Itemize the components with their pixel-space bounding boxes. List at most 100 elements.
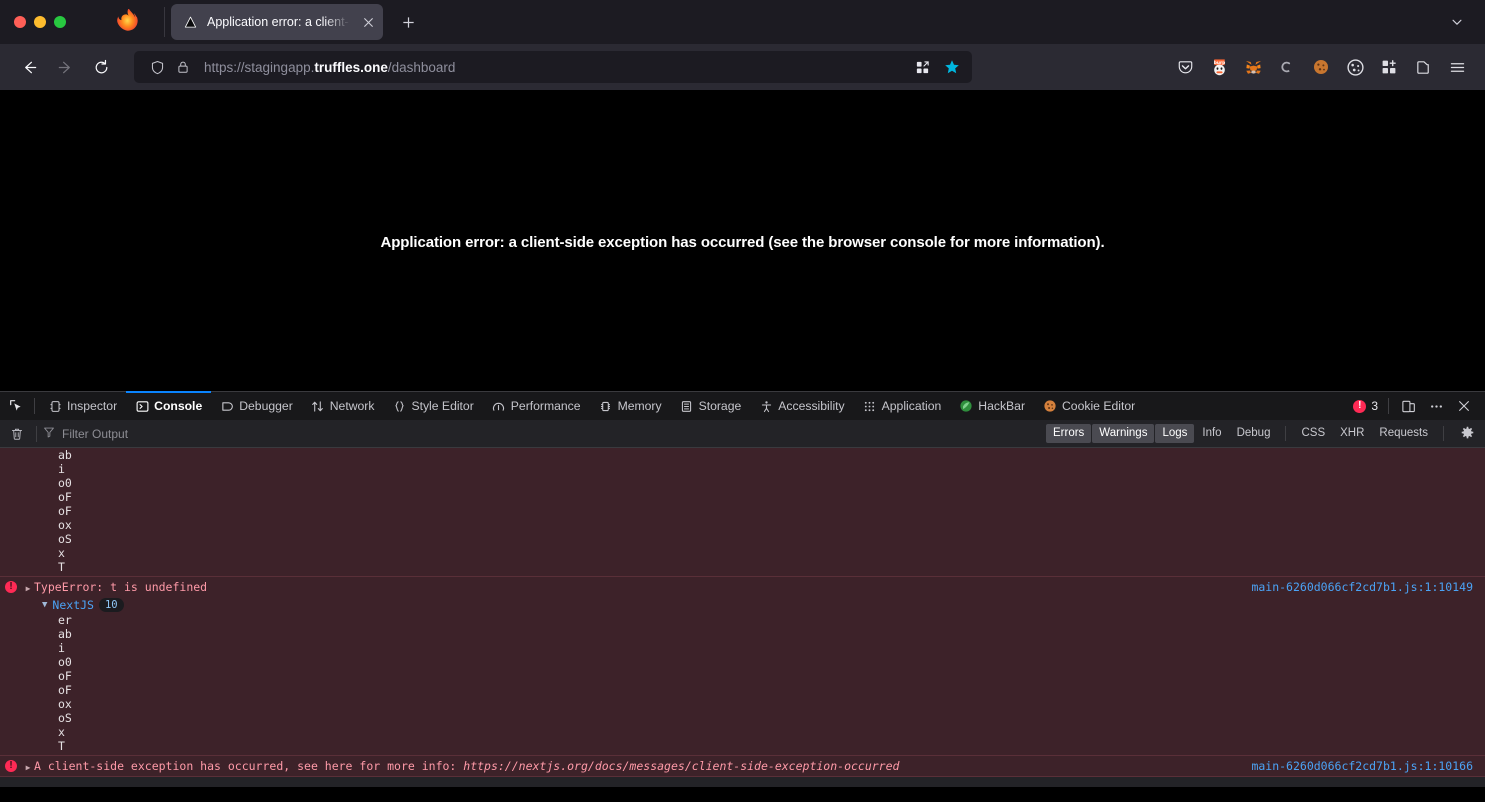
console-message-stack-continuation: ab i o0 oF oF ox oS x T xyxy=(0,448,1485,577)
reload-button[interactable] xyxy=(84,51,118,83)
extensions-toolbar: burp xyxy=(1169,51,1473,83)
browser-tab-active[interactable]: Application error: a client-side e xyxy=(171,4,383,40)
devtools-tab-performance[interactable]: Performance xyxy=(483,392,590,420)
storage-icon xyxy=(680,399,694,413)
stack-frame[interactable]: oF xyxy=(42,669,1485,683)
stack-frame[interactable]: ab xyxy=(58,448,1485,462)
stack-frame[interactable]: o0 xyxy=(42,655,1485,669)
page-error-message: Application error: a client-side excepti… xyxy=(380,234,1105,251)
cookie-editor-icon xyxy=(1043,399,1057,413)
more-options-icon[interactable] xyxy=(1423,393,1449,419)
navigation-toolbar: https://stagingapp.truffles.one/dashboar… xyxy=(0,44,1485,90)
stack-frame[interactable]: o0 xyxy=(58,476,1485,490)
element-picker-icon[interactable] xyxy=(2,393,30,420)
lock-icon[interactable] xyxy=(172,56,194,78)
stack-frame[interactable]: er xyxy=(42,613,1485,627)
extensions-grid-icon[interactable] xyxy=(1373,51,1405,83)
tab-close-icon[interactable] xyxy=(359,13,377,31)
expand-triangle-icon[interactable]: ▶ xyxy=(22,759,34,772)
window-maximize-button[interactable] xyxy=(54,16,66,28)
metamask-fox-icon[interactable] xyxy=(1237,51,1269,83)
console-error-link[interactable]: https://nextjs.org/docs/messages/client-… xyxy=(463,759,899,773)
devtools-tab-console[interactable]: Console xyxy=(126,391,212,420)
filter-divider xyxy=(1443,426,1444,441)
filter-button-css[interactable]: CSS xyxy=(1294,424,1332,443)
stack-frame[interactable]: T xyxy=(42,739,1485,753)
devtools-tab-inspector[interactable]: Inspector xyxy=(39,392,126,420)
console-source-link[interactable]: main-6260d066cf2cd7b1.js:1:10166 xyxy=(1239,759,1485,774)
cookie-editor-icon[interactable] xyxy=(1339,51,1371,83)
new-tab-button[interactable] xyxy=(393,7,423,37)
devtools-tab-label: Network xyxy=(329,399,375,413)
devtools-error-count[interactable]: ! 3 xyxy=(1353,399,1382,413)
devtools-tab-accessibility[interactable]: Accessibility xyxy=(750,392,853,420)
devtools-tab-memory[interactable]: Memory xyxy=(590,392,671,420)
stack-frame[interactable]: oS xyxy=(58,532,1485,546)
close-devtools-icon[interactable] xyxy=(1451,393,1477,419)
filter-button-info[interactable]: Info xyxy=(1195,424,1228,443)
list-all-tabs-icon[interactable] xyxy=(1443,8,1471,36)
loop-extension-icon[interactable] xyxy=(1271,51,1303,83)
filterbar-divider xyxy=(36,425,37,442)
filter-button-requests[interactable]: Requests xyxy=(1372,424,1435,443)
devtools-tab-label: Accessibility xyxy=(778,399,845,413)
devtools-tab-storage[interactable]: Storage xyxy=(671,392,751,420)
performance-icon xyxy=(492,399,506,413)
split-view-icon[interactable] xyxy=(908,53,936,81)
pocket-icon[interactable] xyxy=(1169,51,1201,83)
devtools-tab-hackbar[interactable]: HackBar xyxy=(950,392,1034,420)
collapse-triangle-icon[interactable]: ▼ xyxy=(42,600,47,610)
url-bar[interactable]: https://stagingapp.truffles.one/dashboar… xyxy=(134,51,972,83)
urlbar-actions xyxy=(908,53,966,81)
stack-frame[interactable]: x xyxy=(58,546,1485,560)
stack-frame[interactable]: oF xyxy=(58,504,1485,518)
container-tabs-icon[interactable] xyxy=(1407,51,1439,83)
filter-button-logs[interactable]: Logs xyxy=(1155,424,1195,443)
stack-frame[interactable]: i xyxy=(58,462,1485,476)
stack-frame[interactable]: ox xyxy=(42,697,1485,711)
window-minimize-button[interactable] xyxy=(34,16,46,28)
console-filter-input[interactable]: Filter Output xyxy=(43,424,1046,444)
devtools-tab-network[interactable]: Network xyxy=(302,392,384,420)
forward-button[interactable] xyxy=(48,51,82,83)
devtools-tab-cookie-editor[interactable]: Cookie Editor xyxy=(1034,392,1144,420)
cookie-quick-manager-icon[interactable] xyxy=(1305,51,1337,83)
console-source-link[interactable]: main-6260d066cf2cd7b1.js:1:10149 xyxy=(1239,580,1485,595)
devtools-tab-label: Storage xyxy=(698,399,742,413)
stack-frame[interactable]: x xyxy=(42,725,1485,739)
devtools-tab-style-editor[interactable]: Style Editor xyxy=(383,392,482,420)
url-domain: truffles.one xyxy=(314,59,388,75)
stack-frame[interactable]: T xyxy=(58,560,1485,574)
clear-console-icon[interactable] xyxy=(4,421,30,447)
funnel-icon xyxy=(43,426,55,441)
stack-frame[interactable]: oS xyxy=(42,711,1485,725)
console-output[interactable]: ab i o0 oF oF ox oS x T ! ▶ TypeError: t… xyxy=(0,448,1485,787)
expand-triangle-icon[interactable]: ▶ xyxy=(22,580,34,593)
tab-strip-right-controls xyxy=(1443,0,1485,44)
back-button[interactable] xyxy=(12,51,46,83)
stack-frames: ab i o0 oF oF ox oS x T xyxy=(0,448,1485,576)
stack-frame[interactable]: ox xyxy=(58,518,1485,532)
console-message-error[interactable]: ! ▶ TypeError: t is undefined main-6260d… xyxy=(0,577,1485,756)
filter-button-warnings[interactable]: Warnings xyxy=(1092,424,1155,443)
gear-icon[interactable] xyxy=(1455,422,1479,446)
filter-button-debug[interactable]: Debug xyxy=(1230,424,1278,443)
shield-icon[interactable] xyxy=(146,56,168,78)
stack-group-header[interactable]: ▼ NextJS 10 xyxy=(42,597,1485,613)
devtools-tab-application[interactable]: Application xyxy=(854,392,951,420)
console-message-error[interactable]: ! ▶ A client-side exception has occurred… xyxy=(0,756,1485,777)
filter-button-xhr[interactable]: XHR xyxy=(1333,424,1371,443)
error-dot-icon: ! xyxy=(5,581,17,593)
responsive-design-mode-icon[interactable] xyxy=(1395,393,1421,419)
stack-frame[interactable]: i xyxy=(42,641,1485,655)
url-text[interactable]: https://stagingapp.truffles.one/dashboar… xyxy=(204,60,908,75)
stack-frame[interactable]: ab xyxy=(42,627,1485,641)
burp-suite-icon[interactable]: burp xyxy=(1203,51,1235,83)
stack-frame[interactable]: oF xyxy=(58,490,1485,504)
window-close-button[interactable] xyxy=(14,16,26,28)
filter-button-errors[interactable]: Errors xyxy=(1045,424,1092,443)
stack-frame[interactable]: oF xyxy=(42,683,1485,697)
devtools-tab-debugger[interactable]: Debugger xyxy=(211,392,302,420)
app-menu-icon[interactable] xyxy=(1441,51,1473,83)
bookmark-star-icon[interactable] xyxy=(938,53,966,81)
